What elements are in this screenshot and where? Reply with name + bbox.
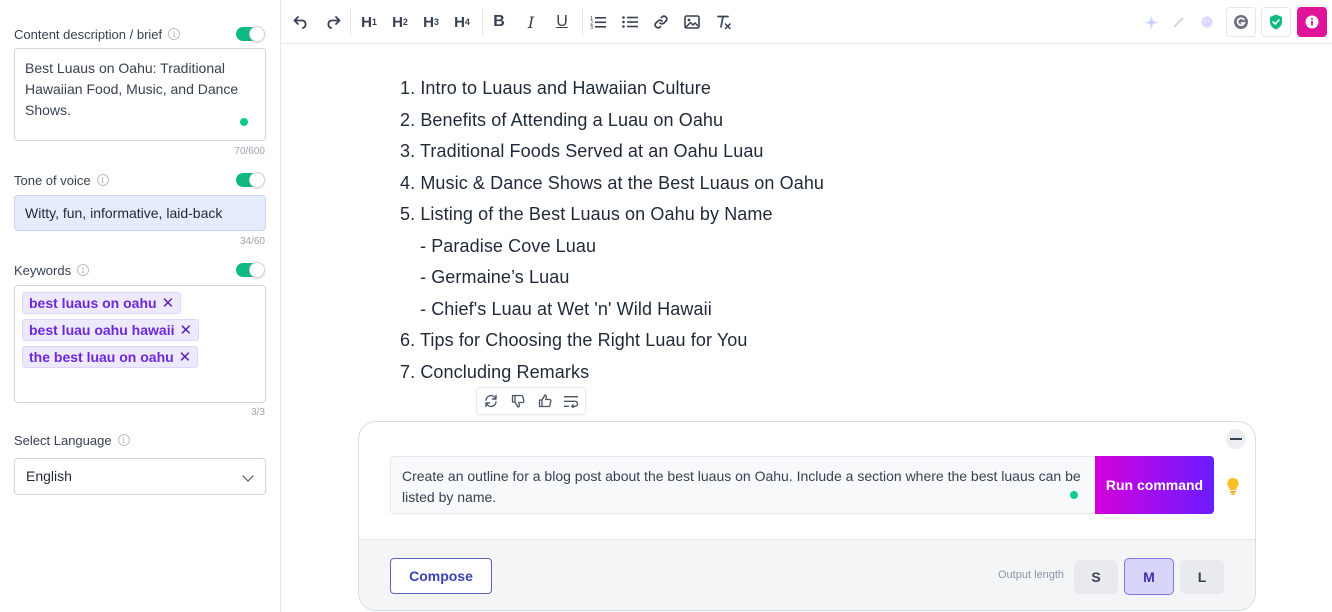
info-icon[interactable]: i: [96, 174, 109, 186]
outline-subitem: - Paradise Cove Luau: [420, 236, 597, 256]
emoji-icon[interactable]: [1193, 8, 1221, 36]
size-medium-button[interactable]: M: [1124, 558, 1174, 595]
toolbar-divider: [582, 8, 583, 36]
heading-letter: H: [392, 13, 403, 31]
minimize-icon[interactable]: [1226, 429, 1246, 449]
keywords-counter: 3/3: [251, 407, 265, 418]
outline-line: 6. Tips for Choosing the Right Luau for …: [400, 330, 748, 350]
keywords-toggle[interactable]: [236, 262, 265, 278]
redo-icon[interactable]: [319, 8, 347, 36]
outline-line: 5. Listing of the Best Luaus on Oahu by …: [400, 204, 773, 224]
thumbs-down-icon[interactable]: [504, 388, 531, 414]
lightbulb-icon[interactable]: [1225, 477, 1241, 495]
clear-format-icon[interactable]: [710, 8, 738, 36]
thumbs-up-icon[interactable]: [531, 388, 558, 414]
svg-text:3: 3: [590, 25, 593, 29]
size-large-button[interactable]: L: [1180, 560, 1224, 594]
outline-line: 7. Concluding Remarks: [400, 362, 590, 382]
keyword-chip: best luaus on oahu ✕: [22, 292, 182, 314]
keyword-chip-label: best luau oahu hawaii: [29, 322, 175, 338]
keywords-label-row: Keywords i: [14, 261, 266, 279]
bullet-list-icon[interactable]: [616, 8, 644, 36]
ordered-list-icon[interactable]: 123: [584, 8, 612, 36]
language-value: English: [26, 468, 72, 484]
image-icon[interactable]: [678, 8, 706, 36]
keyword-chip-label: best luaus on oahu: [29, 295, 157, 311]
chevron-down-icon: [242, 470, 254, 482]
grammarly-icon[interactable]: [1226, 7, 1256, 37]
command-panel: Create an outline for a blog post about …: [358, 421, 1256, 611]
tone-input[interactable]: Witty, fun, informative, laid-back: [14, 195, 266, 231]
language-label-row: Select Language i: [14, 431, 266, 449]
keyword-chip-label: the best luau on oahu: [29, 349, 174, 365]
remove-keyword-icon[interactable]: ✕: [179, 348, 192, 366]
brief-toggle[interactable]: [236, 26, 265, 42]
heading-3-icon[interactable]: H3: [417, 8, 445, 36]
heading-letter: H: [361, 13, 372, 31]
remove-keyword-icon[interactable]: ✕: [179, 321, 192, 339]
language-label: Select Language: [14, 432, 112, 448]
heading-level: 3: [433, 17, 439, 27]
heading-letter: H: [423, 13, 434, 31]
status-dot: [1070, 491, 1078, 499]
sparkle-icon[interactable]: [1137, 8, 1165, 36]
keywords-input[interactable]: best luaus on oahu ✕ best luau oahu hawai…: [14, 285, 266, 403]
tone-toggle[interactable]: [236, 172, 265, 188]
bold-icon[interactable]: B: [485, 8, 513, 36]
undo-icon[interactable]: [287, 8, 315, 36]
wrap-text-icon[interactable]: [558, 388, 585, 414]
output-feedback-toolbar: [476, 387, 586, 415]
settings-sidebar: Content description / brief i Best Luaus…: [0, 0, 281, 612]
brief-label-row: Content description / brief i: [14, 25, 266, 43]
status-dot: [240, 118, 248, 126]
keywords-label: Keywords: [14, 262, 72, 278]
heading-1-icon[interactable]: H1: [355, 8, 383, 36]
underline-icon[interactable]: U: [548, 8, 576, 36]
regenerate-icon[interactable]: [477, 388, 504, 414]
toolbar-divider: [482, 8, 483, 36]
italic-icon[interactable]: I: [517, 8, 545, 36]
size-small-button[interactable]: S: [1074, 560, 1118, 594]
language-select[interactable]: English: [14, 458, 266, 495]
heading-level: 2: [402, 17, 408, 27]
heading-level: 1: [371, 17, 377, 27]
output-length-label: Output length: [998, 569, 1065, 581]
editor-toolbar: H1 H2 H3 H4 B I U 123: [281, 0, 1332, 44]
brief-label: Content description / brief: [14, 26, 163, 42]
pen-icon[interactable]: [1165, 8, 1193, 36]
outline-line: 2. Benefits of Attending a Luau on Oahu: [400, 110, 724, 130]
brief-text: Best Luaus on Oahu: Traditional Hawaiian…: [25, 60, 239, 118]
outline-line: 3. Traditional Foods Served at an Oahu L…: [400, 141, 764, 161]
heading-level: 4: [464, 17, 470, 27]
info-icon[interactable]: [1297, 7, 1327, 37]
shield-check-icon[interactable]: [1261, 7, 1291, 37]
heading-letter: H: [454, 13, 465, 31]
tone-label-row: Tone of voice i: [14, 171, 266, 189]
heading-2-icon[interactable]: H2: [386, 8, 414, 36]
outline-subitem: - Germaine’s Luau: [420, 267, 570, 287]
info-icon[interactable]: i: [117, 434, 130, 446]
heading-4-icon[interactable]: H4: [448, 8, 476, 36]
outline-subitem: - Chief's Luau at Wet 'n' Wild Hawaii: [420, 299, 712, 319]
brief-counter: 70/600: [234, 146, 265, 157]
command-footer: Compose Output length S M L: [359, 539, 1255, 610]
keyword-chip: best luau oahu hawaii ✕: [22, 319, 200, 341]
link-icon[interactable]: [647, 8, 675, 36]
keyword-chip: the best luau on oahu ✕: [22, 346, 199, 368]
command-input[interactable]: Create an outline for a blog post about …: [390, 456, 1096, 514]
run-command-button[interactable]: Run command: [1095, 456, 1214, 514]
command-text: Create an outline for a blog post about …: [402, 468, 1081, 505]
remove-keyword-icon[interactable]: ✕: [162, 294, 175, 312]
tone-label: Tone of voice: [14, 172, 91, 188]
brief-textarea[interactable]: Best Luaus on Oahu: Traditional Hawaiian…: [14, 48, 266, 141]
tone-counter: 34/60: [239, 236, 265, 247]
info-icon[interactable]: i: [77, 264, 90, 276]
toolbar-divider: [350, 8, 351, 36]
info-icon[interactable]: i: [168, 28, 181, 40]
compose-button[interactable]: Compose: [390, 558, 492, 594]
outline-line: 1. Intro to Luaus and Hawaiian Culture: [400, 78, 711, 98]
outline-line: 4. Music & Dance Shows at the Best Luaus…: [400, 173, 825, 193]
